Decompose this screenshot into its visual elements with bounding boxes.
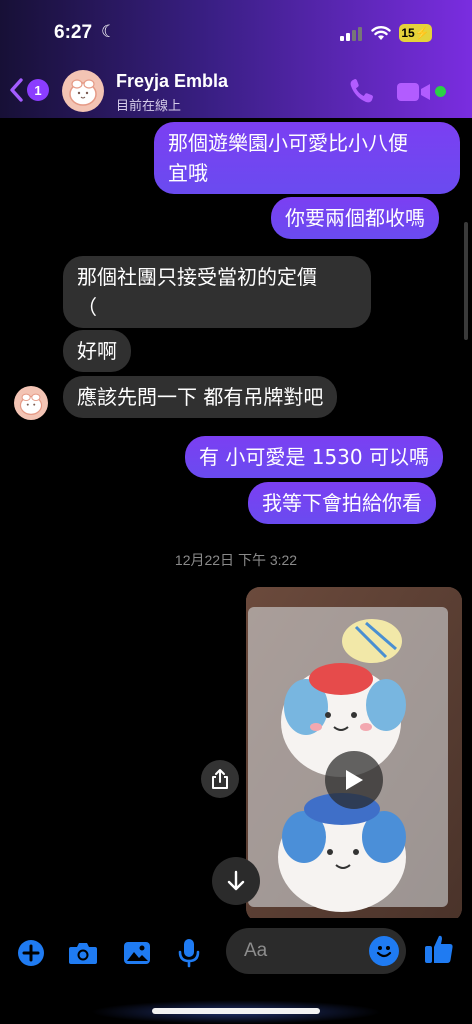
- play-button[interactable]: [325, 751, 383, 809]
- thumbs-up-icon: [425, 935, 453, 963]
- chat-header: 1 Freyja Embla 目前在線上: [0, 60, 472, 118]
- online-status: 目前在線上: [116, 99, 182, 114]
- message-bubble-incoming[interactable]: 應該先問一下 都有吊牌對吧: [63, 376, 338, 418]
- microphone-icon: [178, 939, 200, 968]
- smiley-icon: [376, 946, 392, 958]
- scrollbar[interactable]: [464, 222, 468, 340]
- battery-level: 15: [401, 26, 415, 40]
- plus-circle-icon: [18, 940, 44, 966]
- message-input-container[interactable]: [226, 928, 406, 974]
- gallery-button[interactable]: [122, 938, 152, 968]
- play-icon: [346, 770, 363, 790]
- arrow-down-icon: [227, 870, 245, 891]
- battery-indicator: 15 ⚡: [399, 24, 432, 42]
- sender-avatar[interactable]: [14, 386, 48, 420]
- share-button[interactable]: [201, 760, 239, 798]
- emoji-button[interactable]: [369, 936, 399, 966]
- message-bubble-outgoing[interactable]: 那個遊樂園小可愛比小八便 宜哦: [154, 122, 460, 194]
- message-bubble-outgoing[interactable]: 你要兩個都收嗎: [271, 197, 439, 239]
- contact-avatar[interactable]: [62, 70, 104, 112]
- status-bar: 6:27 ☾ 15 ⚡: [0, 0, 472, 60]
- moon-icon: ☾: [101, 22, 117, 42]
- message-bubble-incoming[interactable]: 那個社團只接受當初的定價 （: [63, 256, 371, 328]
- video-camera-icon: [397, 83, 430, 101]
- home-indicator[interactable]: [152, 1008, 320, 1014]
- status-time: 6:27: [54, 22, 93, 43]
- contact-name[interactable]: Freyja Embla: [116, 71, 228, 92]
- online-indicator: [435, 86, 446, 97]
- like-button[interactable]: [424, 934, 454, 964]
- unread-badge: 1: [27, 79, 49, 101]
- share-icon: [212, 769, 228, 789]
- camera-button[interactable]: [68, 938, 98, 968]
- message-bubble-outgoing[interactable]: 有 小可愛是 1530 可以嗎: [185, 436, 443, 478]
- back-button[interactable]: 1: [8, 76, 52, 104]
- cellular-signal-icon: [340, 27, 362, 41]
- camera-icon: [69, 943, 97, 964]
- scroll-to-bottom-button[interactable]: [212, 857, 260, 905]
- add-button[interactable]: [16, 938, 46, 968]
- avatar-illustration: [19, 393, 43, 415]
- avatar-illustration: [69, 79, 97, 106]
- voice-message-button[interactable]: [174, 938, 204, 968]
- call-button[interactable]: [346, 76, 376, 106]
- phone-icon: [350, 79, 373, 103]
- chevron-left-icon: [10, 78, 23, 102]
- wifi-icon: [371, 26, 391, 40]
- message-bubble-incoming[interactable]: 好啊: [63, 330, 131, 372]
- image-icon: [124, 942, 150, 964]
- date-separator: 12月22日 下午 3:22: [174, 552, 298, 568]
- message-bubble-outgoing[interactable]: 我等下會拍給你看: [248, 482, 436, 524]
- charging-icon: ⚡: [414, 26, 430, 40]
- video-call-button[interactable]: [396, 80, 432, 104]
- message-input[interactable]: [244, 928, 374, 974]
